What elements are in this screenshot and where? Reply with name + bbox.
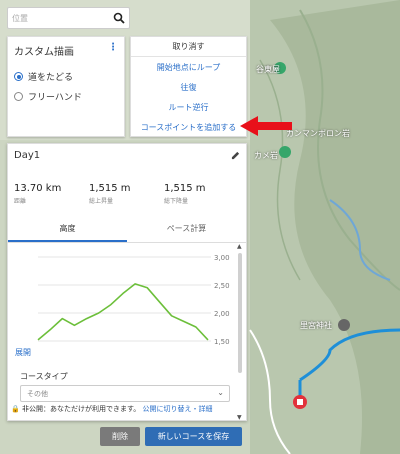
lock-icon: 🔒	[11, 405, 20, 413]
delete-button[interactable]: 削除	[100, 427, 140, 446]
draw-panel-title: カスタム描画	[14, 47, 74, 58]
course-type-select[interactable]: その他 ⌄	[20, 385, 230, 402]
menu-item-undo[interactable]: 取り消す	[131, 37, 246, 57]
privacy-note: 🔒 非公開：あなただけが利用できます。 公開に切り替え・詳細	[11, 404, 213, 414]
radio-selected-icon[interactable]	[14, 72, 23, 81]
stat-ascent: 1,515 m 総上昇量	[89, 183, 164, 205]
y-tick-label: 2,50	[214, 282, 230, 290]
map-label-shelter: 谷東屋	[256, 65, 280, 74]
privacy-link[interactable]: 公開に切り替え・詳細	[143, 405, 213, 413]
scroll-thumb[interactable]	[238, 253, 242, 373]
course-type-value: その他	[27, 390, 48, 398]
radio-unselected-icon[interactable]	[14, 92, 23, 101]
more-options-icon[interactable]: ⋮	[108, 43, 118, 58]
stat-value: 13.70 km	[14, 183, 62, 194]
search-input[interactable]: 位置	[12, 13, 113, 24]
stat-value: 1,515 m	[89, 183, 131, 194]
tab-elevation[interactable]: 高度	[8, 223, 127, 242]
course-tabs: 高度 ペース計算	[8, 223, 246, 243]
stat-distance: 13.70 km 距離	[14, 183, 89, 205]
stat-descent: 1,515 m 総下降量	[164, 183, 239, 205]
y-tick-label: 1,50	[214, 338, 230, 346]
expand-link[interactable]: 展開	[15, 347, 31, 358]
menu-item-add-course-point[interactable]: コースポイントを追加する	[131, 117, 246, 137]
menu-item-loop-to-start[interactable]: 開始地点にループ	[131, 57, 246, 77]
route-action-menu: 取り消す 開始地点にループ 往復 ルート逆行 コースポイントを追加する	[130, 36, 247, 137]
privacy-text: 非公開：あなただけが利用できます。	[21, 405, 141, 413]
scroll-up-icon[interactable]: ▲	[237, 243, 242, 250]
course-stats: 13.70 km 距離 1,515 m 総上昇量 1,515 m 総下降量	[8, 183, 246, 205]
tab-pace-calc[interactable]: ペース計算	[127, 223, 246, 242]
course-panel: Day1 13.70 km 距離 1,515 m 総上昇量 1,515 m 総下…	[7, 143, 247, 421]
scroll-down-icon[interactable]: ▼	[237, 414, 242, 420]
red-arrow-icon	[240, 116, 292, 136]
map-label-rock: カンマンボロン岩	[286, 129, 350, 138]
panel-scrollbar[interactable]: ▲ ▼	[237, 243, 243, 420]
y-tick-label: 2,00	[214, 310, 230, 318]
elevation-chart: 3,00 2,50 2,00 1,50	[37, 254, 230, 346]
location-search-box[interactable]: 位置	[7, 7, 130, 29]
radio-freehand[interactable]: フリーハンド	[14, 90, 118, 103]
radio-label-freehand: フリーハンド	[28, 93, 82, 103]
stat-value: 1,515 m	[164, 183, 206, 194]
map-label-turtle-rock: カメ岩	[254, 151, 278, 160]
edit-pencil-icon[interactable]	[231, 151, 240, 160]
menu-item-reverse-route[interactable]: ルート逆行	[131, 97, 246, 117]
elevation-series-line	[37, 283, 209, 341]
menu-item-out-and-back[interactable]: 往復	[131, 77, 246, 97]
save-course-button[interactable]: 新しいコースを保存	[145, 427, 242, 446]
stat-label: 総下降量	[164, 198, 189, 205]
radio-follow-road[interactable]: 道をたどる	[14, 70, 118, 83]
course-type-label: コースタイプ	[20, 372, 68, 381]
radio-label-follow-road: 道をたどる	[28, 73, 74, 83]
chevron-down-icon: ⌄	[217, 388, 224, 397]
stat-label: 距離	[14, 198, 27, 205]
map-label-shrine: 里宮神社	[300, 321, 332, 330]
course-title: Day1	[14, 150, 41, 161]
stat-label: 総上昇量	[89, 198, 114, 205]
y-tick-label: 3,00	[214, 254, 230, 262]
course-scroll-area[interactable]: 3,00 2,50 2,00 1,50 展開 コースタイプ その他 ⌄ ▲ ▼	[8, 243, 246, 420]
search-icon[interactable]	[113, 12, 125, 24]
custom-draw-panel: カスタム描画 ⋮ 道をたどる フリーハンド	[7, 36, 125, 137]
